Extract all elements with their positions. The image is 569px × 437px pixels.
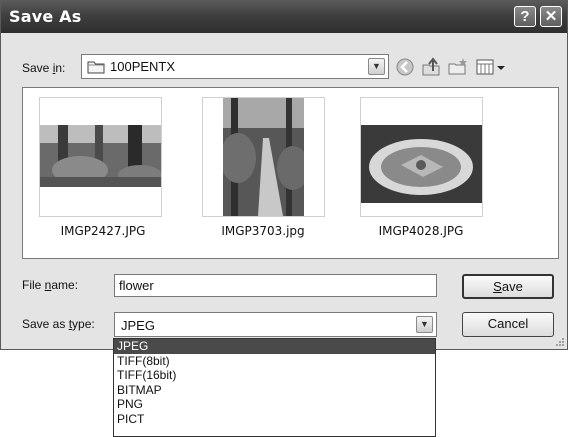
file-name-field-label: File name:: [22, 278, 79, 292]
help-button[interactable]: ?: [514, 6, 536, 27]
option-jpeg[interactable]: JPEG: [114, 339, 435, 354]
save-as-type-value: JPEG: [121, 318, 155, 333]
forest-path-photo: [223, 98, 304, 216]
save-as-dialog: Save As ? ✕ Save in: 100PENTX ▼ IMGP2427…: [0, 0, 568, 350]
option-tiff-16bit[interactable]: TIFF(16bit): [114, 368, 435, 383]
chevron-down-icon: ▼: [420, 319, 429, 329]
file-name-label: IMGP4028.JPG: [378, 224, 464, 238]
views-menu-icon[interactable]: [475, 57, 509, 77]
save-in-combobox[interactable]: 100PENTX ▼: [81, 54, 389, 79]
help-icon: ?: [520, 8, 530, 25]
option-bitmap[interactable]: BITMAP: [114, 383, 435, 398]
file-name-label: IMGP2427.JPG: [60, 224, 146, 238]
option-pict[interactable]: PICT: [114, 412, 435, 427]
save-button[interactable]: Save: [462, 274, 554, 299]
save-as-type-label: Save as type:: [22, 317, 95, 331]
chevron-down-icon: ▼: [372, 61, 381, 71]
option-tiff-8bit[interactable]: TIFF(8bit): [114, 354, 435, 369]
save-as-type-dropdown-button[interactable]: ▼: [416, 316, 433, 333]
file-thumbnail[interactable]: [360, 97, 483, 217]
file-thumbnail[interactable]: [39, 97, 162, 217]
up-folder-icon[interactable]: [420, 57, 442, 77]
option-png[interactable]: PNG: [114, 397, 435, 412]
save-in-dropdown-button[interactable]: ▼: [368, 58, 385, 75]
save-as-type-combobox[interactable]: JPEG ▼: [114, 312, 437, 337]
title-bar[interactable]: Save As ? ✕: [1, 1, 567, 33]
cancel-button[interactable]: Cancel: [462, 312, 554, 337]
new-folder-icon[interactable]: [447, 57, 469, 77]
food-plate-photo: [361, 125, 482, 203]
dialog-title: Save As: [9, 7, 82, 26]
close-button[interactable]: ✕: [540, 6, 562, 27]
back-icon[interactable]: [394, 57, 416, 77]
save-in-label: Save in:: [22, 61, 66, 75]
save-in-value: 100PENTX: [110, 59, 176, 74]
file-name-label: IMGP3703.jpg: [221, 224, 305, 238]
close-icon: ✕: [544, 8, 558, 25]
folder-icon: [87, 61, 105, 74]
file-name-input[interactable]: [114, 274, 437, 297]
forest-photo: [40, 125, 161, 187]
file-thumbnail[interactable]: [202, 97, 325, 217]
resize-grip-icon[interactable]: [555, 337, 565, 347]
file-list-pane[interactable]: IMGP2427.JPG IMGP3703.jpg IMGP4028.JPG: [22, 87, 559, 259]
save-as-type-options-list[interactable]: JPEG TIFF(8bit) TIFF(16bit) BITMAP PNG P…: [113, 338, 436, 437]
